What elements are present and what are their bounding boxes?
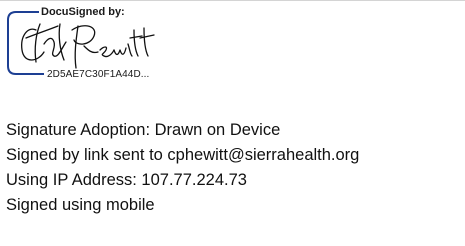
handwritten-signature-icon xyxy=(21,23,155,69)
docusign-signature-block: DocuSigned by: 2D5AE7C30F1A44D... xyxy=(0,0,200,90)
signature-adoption-text: Signature Adoption: Drawn on Device xyxy=(6,121,281,139)
signed-using-mobile-text: Signed using mobile xyxy=(6,196,155,214)
ip-address-text: Using IP Address: 107.77.224.73 xyxy=(6,171,247,189)
envelope-id: 2D5AE7C30F1A44D... xyxy=(45,69,152,81)
signature-details-list: Signature Adoption: Drawn on Device Sign… xyxy=(6,118,359,218)
signed-by-link-text: Signed by link sent to cphewitt@sierrahe… xyxy=(6,146,360,164)
